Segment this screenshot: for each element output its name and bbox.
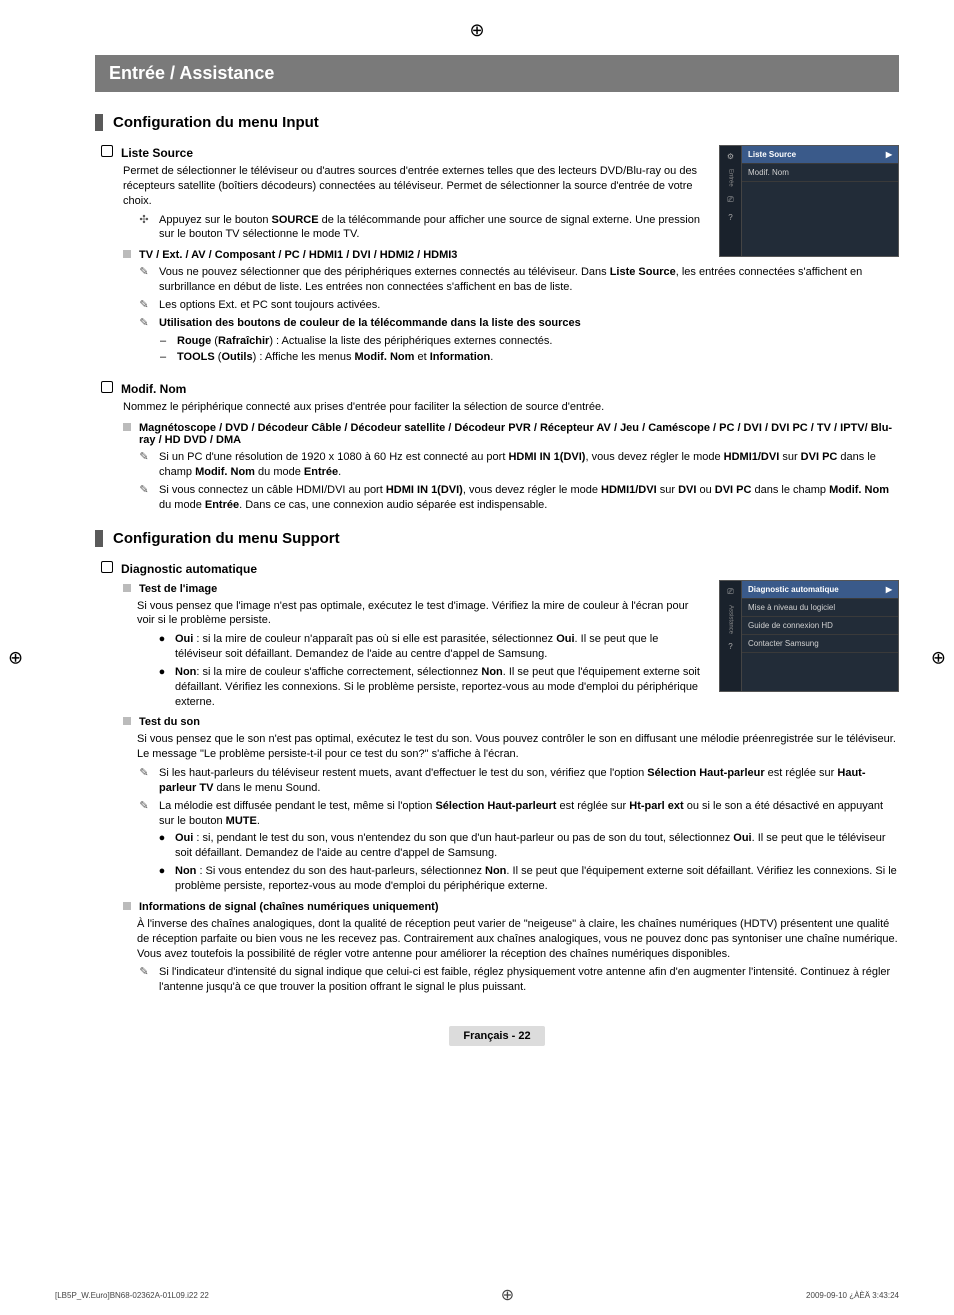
note-icon: ✎: [137, 483, 151, 513]
dot-bullet: ●: [157, 665, 167, 710]
chevron-right-icon: ▶: [886, 585, 892, 594]
body-text: Si un PC d'une résolution de 1920 x 1080…: [159, 450, 899, 480]
dash-bullet: –: [157, 334, 169, 349]
square-bullet-icon: [123, 717, 131, 725]
section-title-input: Configuration du menu Input: [95, 114, 899, 131]
osd-side-label: Assistance: [728, 605, 734, 634]
sub-heading: Informations de signal (chaînes numériqu…: [139, 901, 439, 913]
gear-icon: ⚙: [727, 152, 734, 161]
body-text: Si l'indicateur d'intensité du signal in…: [159, 965, 899, 995]
body-text: Si vous connectez un câble HDMI/DVI au p…: [159, 483, 899, 513]
print-footer-left: [LB5P_W.Euro]BN68-02362A-01L09.i22 22: [55, 1291, 209, 1300]
note-icon: ✎: [137, 265, 151, 295]
body-text: TOOLS (Outils) : Affiche les menus Modif…: [177, 350, 493, 365]
square-bullet-icon: [123, 902, 131, 910]
osd-row-label: Diagnostic automatique: [748, 585, 839, 594]
square-bullet-icon: [123, 584, 131, 592]
support-icon: ?: [728, 213, 732, 222]
osd-row-label: Mise à niveau du logiciel: [748, 603, 835, 612]
body-text: À l'inverse des chaînes analogiques, don…: [137, 917, 899, 962]
body-text: Les options Ext. et PC sont toujours act…: [159, 298, 899, 313]
checkbox-icon: [101, 145, 113, 157]
osd-row-label: Guide de connexion HD: [748, 621, 833, 630]
osd-screenshot-liste-source: ⚙ Entrée ⎚ ? Liste Source ▶ Modif. Nom: [719, 145, 899, 257]
body-text: Si vous pensez que le son n'est pas opti…: [137, 732, 899, 762]
note-icon: ✎: [137, 298, 151, 313]
body-text: Nommez le périphérique connecté aux pris…: [123, 400, 899, 415]
body-text: Rouge (Rafraîchir) : Actualise la liste …: [177, 334, 552, 349]
body-text: Appuyez sur le bouton SOURCE de la téléc…: [159, 213, 707, 243]
note-icon: ✎: [137, 965, 151, 995]
body-text: Vous ne pouvez sélectionner que des péri…: [159, 265, 899, 295]
note-icon: ✎: [137, 799, 151, 829]
osd-screenshot-diagnostic: ⎚ Assistance ? Diagnostic automatique ▶ M…: [719, 580, 899, 692]
subsection-title: Modif. Nom: [121, 382, 186, 396]
input-icon: ⎚: [727, 587, 733, 597]
dash-bullet: –: [157, 350, 169, 365]
square-bullet-icon: [123, 423, 131, 431]
sub-heading: Test de l'image: [139, 583, 217, 595]
dot-bullet: ●: [157, 632, 167, 662]
square-bullet-icon: [123, 250, 131, 258]
section-title-support: Configuration du menu Support: [95, 530, 899, 547]
option-list: Magnétoscope / DVD / Décodeur Câble / Dé…: [139, 422, 899, 446]
body-text: Oui : si, pendant le test du son, vous n…: [175, 831, 899, 861]
input-icon: ⎚: [727, 195, 733, 205]
osd-row-label: Modif. Nom: [748, 168, 789, 177]
osd-row-label: Liste Source: [748, 150, 796, 159]
osd-row-label: Contacter Samsung: [748, 639, 819, 648]
sub-heading: Test du son: [139, 716, 200, 728]
subsection-title: Diagnostic automatique: [121, 562, 257, 576]
body-text: Non : Si vous entendez du son des haut-p…: [175, 864, 899, 894]
note-icon: ✎: [137, 450, 151, 480]
chapter-banner: Entrée / Assistance: [95, 55, 899, 92]
osd-side-label: Entrée: [728, 169, 734, 187]
print-footer-right: 2009-09-10 ¿ÀÈÄ 3:43:24: [806, 1291, 899, 1300]
checkbox-icon: [101, 381, 113, 393]
body-text: Utilisation des boutons de couleur de la…: [159, 316, 899, 331]
dot-bullet: ●: [157, 864, 167, 894]
note-icon: ✎: [137, 316, 151, 331]
page-footer: Français - 22: [95, 1026, 899, 1046]
body-text: La mélodie est diffusée pendant le test,…: [159, 799, 899, 829]
checkbox-icon: [101, 561, 113, 573]
support-icon: ?: [728, 642, 732, 651]
note-icon: ✎: [137, 766, 151, 796]
dot-bullet: ●: [157, 831, 167, 861]
subsection-title: Liste Source: [121, 146, 193, 160]
body-text: Oui : si la mire de couleur n'apparaît p…: [175, 632, 707, 662]
chevron-right-icon: ▶: [886, 150, 892, 159]
option-list: TV / Ext. / AV / Composant / PC / HDMI1 …: [139, 249, 457, 261]
body-text: Si les haut-parleurs du téléviseur reste…: [159, 766, 899, 796]
registration-mark-icon: ⊕: [501, 1285, 514, 1305]
body-text: Non: si la mire de couleur s'affiche cor…: [175, 665, 707, 710]
remote-icon: ✣: [137, 213, 151, 243]
